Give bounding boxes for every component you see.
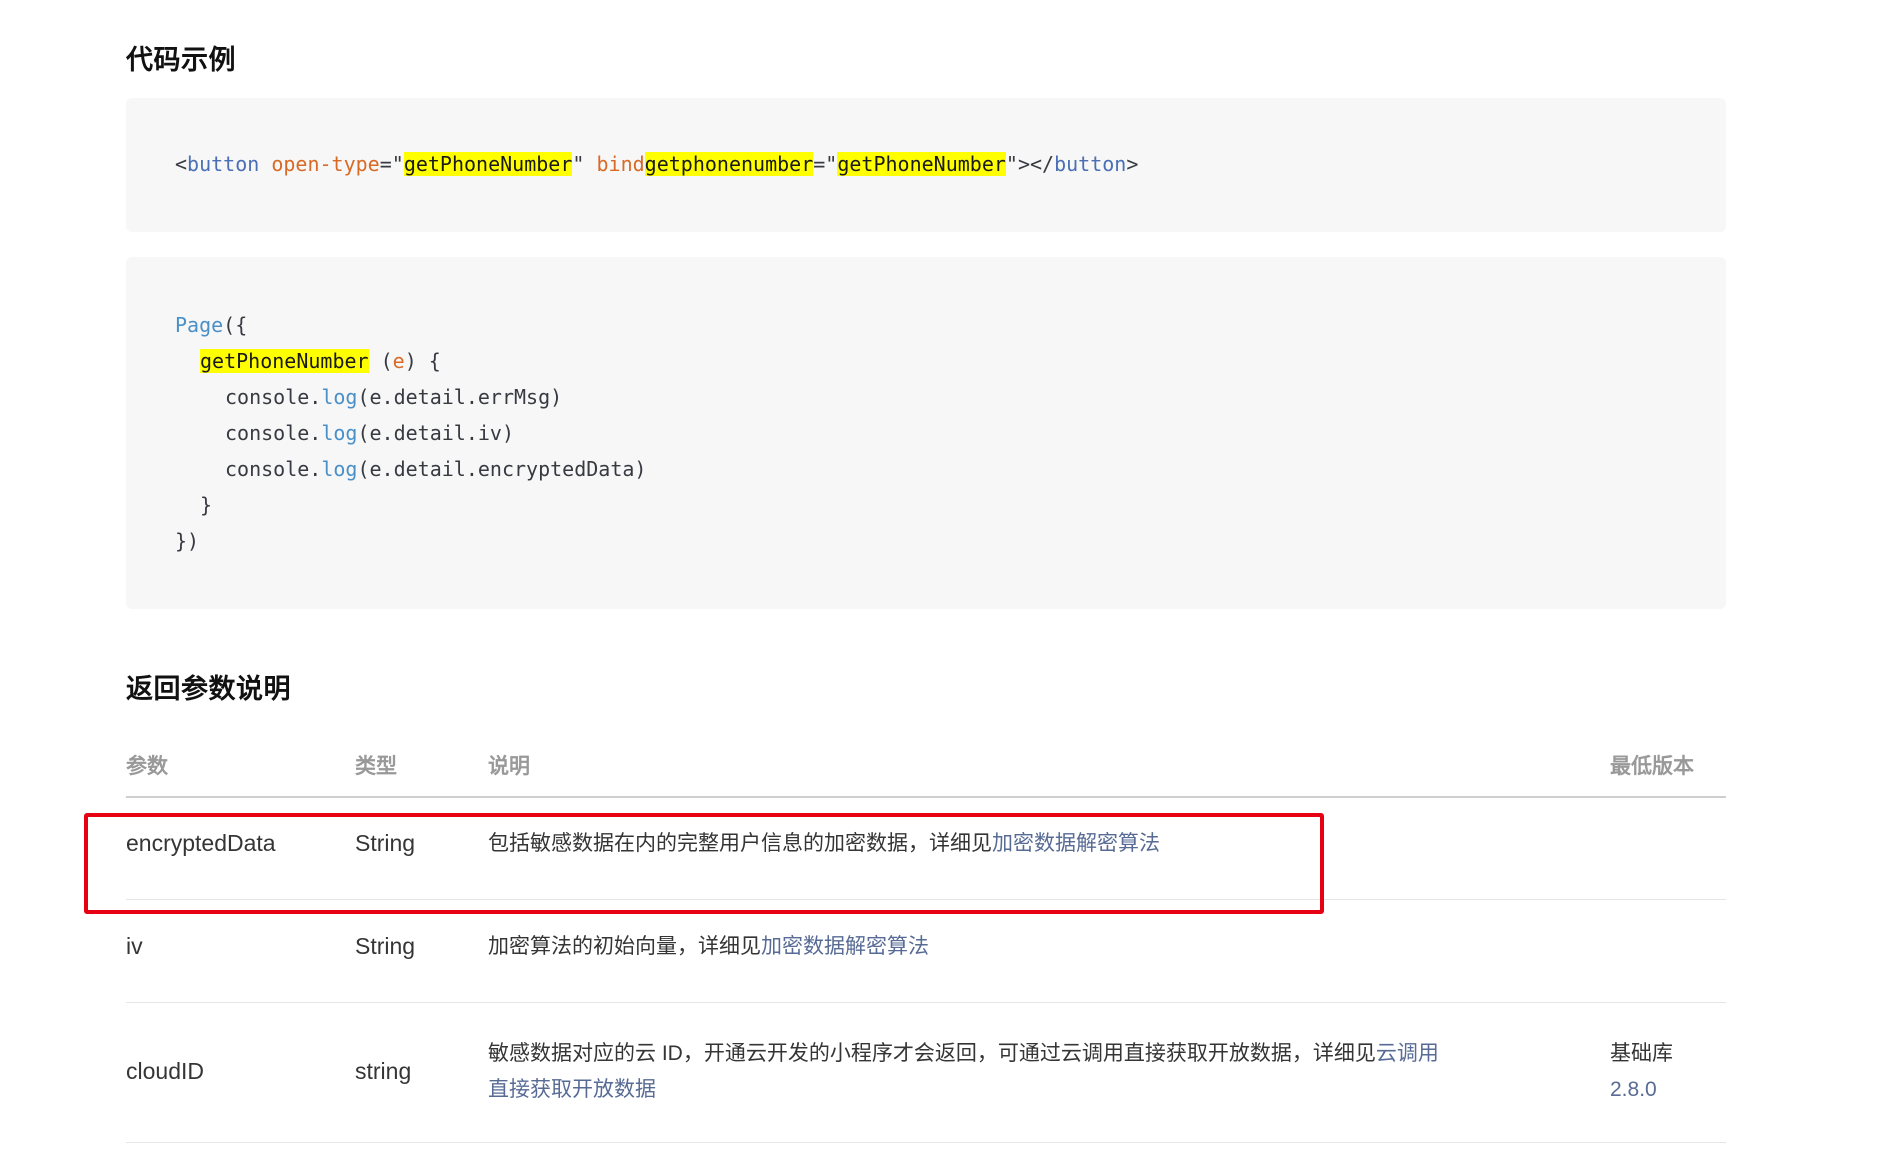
- param-desc: 敏感数据对应的云 ID，开通云开发的小程序才会返回，可通过云调用直接获取开放数据…: [488, 1036, 1558, 1108]
- code-token: button: [1054, 152, 1127, 176]
- code-token: button: [187, 152, 260, 176]
- code-token: "></: [1005, 152, 1055, 176]
- code-line: console.log(e.detail.encryptedData): [225, 451, 646, 487]
- code-token: }: [200, 493, 213, 517]
- code-token: =": [379, 152, 404, 176]
- param-type: String: [355, 933, 416, 959]
- header-desc: 说明: [488, 755, 530, 778]
- min-version: 基础库 2.8.0: [1610, 1036, 1673, 1108]
- code-token: =": [813, 152, 838, 176]
- header-param: 参数: [126, 755, 168, 778]
- table-row: iv String 加密算法的初始向量，详细见加密数据解密算法: [126, 899, 1726, 1003]
- code-token: console.: [225, 421, 322, 445]
- code-highlight: getPhoneNumber: [837, 152, 1006, 176]
- code-token: e: [392, 349, 405, 373]
- code-line: getPhoneNumber (e) {: [200, 343, 441, 379]
- version-link[interactable]: 2.8.0: [1610, 1078, 1657, 1101]
- code-line: console.log(e.detail.errMsg): [225, 379, 562, 415]
- code-token: console.: [225, 385, 322, 409]
- section-title-return-params: 返回参数说明: [126, 674, 291, 704]
- code-line: Page({: [175, 307, 247, 343]
- code-token: ) {: [404, 349, 441, 373]
- table-row: cloudID string 敏感数据对应的云 ID，开通云开发的小程序才会返回…: [126, 1002, 1726, 1143]
- cloud-call-link[interactable]: 云调用: [1376, 1042, 1439, 1065]
- code-token: >: [1126, 152, 1139, 176]
- code-token: log: [321, 457, 358, 481]
- code-token: (e.detail.encryptedData): [357, 457, 647, 481]
- code-token: (e.detail.iv): [357, 421, 514, 445]
- section-title-code-example: 代码示例: [126, 45, 236, 75]
- param-name: cloudID: [126, 1058, 204, 1084]
- code-token: Page: [175, 313, 224, 337]
- code-highlight: getPhoneNumber: [403, 152, 573, 176]
- code-token: console.: [225, 457, 322, 481]
- code-token: (e.detail.errMsg): [357, 385, 563, 409]
- desc-text: 敏感数据对应的云 ID，开通云开发的小程序才会返回，可通过云调用直接获取开放数据…: [488, 1042, 1376, 1065]
- code-token: ": [572, 152, 597, 176]
- code-line: <button open-type="getPhoneNumber" bindg…: [175, 146, 1138, 182]
- code-highlight: getphonenumber: [644, 152, 814, 176]
- desc-text: 加密算法的初始向量，详细见: [488, 935, 761, 958]
- code-block-wxml: <button open-type="getPhoneNumber" bindg…: [126, 98, 1726, 232]
- code-token: }): [175, 529, 200, 553]
- code-line: }: [200, 487, 212, 523]
- code-line: }): [175, 523, 199, 559]
- header-type: 类型: [355, 755, 397, 778]
- decrypt-algorithm-link[interactable]: 加密数据解密算法: [761, 935, 929, 958]
- code-token: bind: [596, 152, 645, 176]
- code-token: log: [321, 421, 358, 445]
- code-token: ({: [223, 313, 248, 337]
- param-name: iv: [126, 933, 143, 959]
- table-header-row: 参数 类型 说明 最低版本: [126, 730, 1726, 798]
- param-desc: 加密算法的初始向量，详细见加密数据解密算法: [488, 929, 929, 965]
- cloud-call-link[interactable]: 直接获取开放数据: [488, 1078, 656, 1101]
- code-block-js: Page({ getPhoneNumber (e) { console.log(…: [126, 257, 1726, 609]
- param-type: string: [355, 1058, 412, 1084]
- version-label: 基础库: [1610, 1042, 1673, 1065]
- annotation-highlight-box: [84, 813, 1324, 914]
- code-highlight: getPhoneNumber: [200, 349, 369, 373]
- header-version: 最低版本: [1610, 755, 1694, 778]
- code-token: <: [175, 152, 188, 176]
- code-token: open-type: [271, 152, 380, 176]
- code-token: log: [321, 385, 358, 409]
- code-token: (: [368, 349, 393, 373]
- code-line: console.log(e.detail.iv): [225, 415, 514, 451]
